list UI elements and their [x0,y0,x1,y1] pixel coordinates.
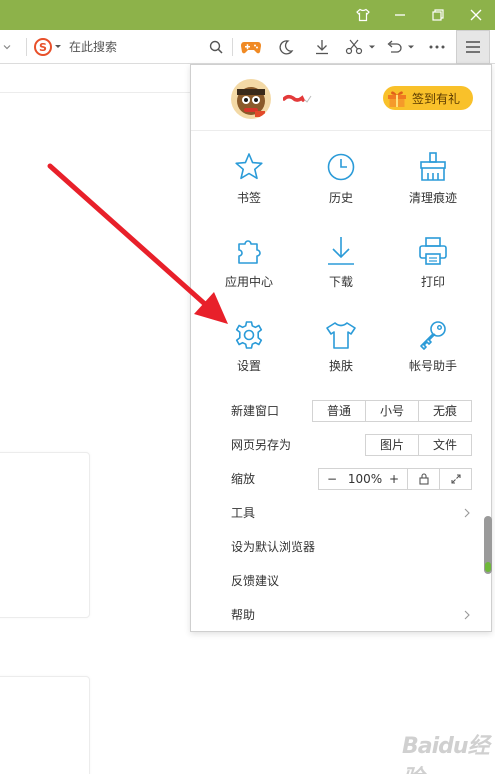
page-divider [0,92,190,93]
page-card [0,452,90,618]
download-icon [328,237,354,265]
title-bar [0,0,495,30]
menu-item-change-skin[interactable]: 换肤 [295,319,387,399]
menu-button[interactable] [456,30,490,64]
new-window-label: 新建窗口 [231,404,280,418]
zoom-label: 缩放 [231,472,256,486]
undo-icon[interactable] [384,30,418,64]
scrollbar-thumb[interactable] [484,516,492,574]
address-dropdown-icon[interactable] [0,30,14,64]
fullscreen-button[interactable] [439,468,472,490]
search-engine-selector[interactable]: S [34,30,62,64]
zoom-control: − 100% + [318,468,408,490]
zoom-lock-button[interactable] [407,468,440,490]
menu-item-download[interactable]: 下载 [295,235,387,315]
save-page-label: 网页另存为 [231,438,292,452]
zoom-in-button[interactable]: + [389,469,399,489]
menu-item-app-center[interactable]: 应用中心 [203,235,295,315]
menu-item-settings[interactable]: 设置 [203,319,295,399]
restore-button[interactable] [419,0,457,30]
download-icon[interactable] [310,30,334,64]
chevron-right-icon [464,508,470,518]
menu-header: 签到有礼 [191,65,491,131]
download-label: 下载 [328,275,353,289]
svg-text:S: S [39,41,47,54]
expand-icon [450,474,461,484]
new-window-normal-button[interactable]: 普通 [312,400,366,422]
night-mode-icon[interactable] [274,30,298,64]
clear-traces-label: 清理痕迹 [408,191,457,205]
gear-icon [235,321,263,349]
print-label: 打印 [420,275,445,289]
menu-item-help[interactable]: 帮助 [231,604,481,626]
account-assistant-label: 帐号助手 [408,359,457,373]
history-label: 历史 [328,191,353,205]
puzzle-icon [238,240,261,264]
save-as-file-button[interactable]: 文件 [418,434,472,456]
menu-item-set-default-browser[interactable]: 设为默认浏览器 [231,536,481,558]
key-icon [420,321,446,350]
new-window-incognito-button[interactable]: 无痕 [418,400,472,422]
game-icon[interactable] [238,30,264,64]
toolbar: S 在此搜索 [0,30,495,64]
star-icon [235,153,263,180]
main-menu-panel: 签到有礼 书签 历史 清理痕迹 应用中心 下载 打印 设置 换肤 帐号助手 新建… [190,64,492,632]
chevron-right-icon [464,610,470,620]
new-window-small-button[interactable]: 小号 [365,400,419,422]
tshirt-icon [326,322,356,349]
hamburger-icon [466,41,480,53]
app-center-label: 应用中心 [224,275,273,289]
zoom-value: 100% [347,472,383,486]
screenshot-icon[interactable] [344,30,378,64]
menu-item-account-assistant[interactable]: 帐号助手 [387,319,479,399]
menu-item-print[interactable]: 打印 [387,235,479,315]
bookmarks-label: 书签 [236,191,261,205]
broom-icon [420,152,446,181]
skin-icon[interactable] [344,0,382,30]
watermark: Baidu经验 [402,734,490,774]
signin-reward-button[interactable]: 签到有礼 [383,86,473,110]
signin-label: 签到有礼 [412,91,461,106]
lock-icon [418,473,429,485]
username-redacted [283,94,312,103]
menu-item-history[interactable]: 历史 [295,151,387,231]
save-as-image-button[interactable]: 图片 [365,434,419,456]
settings-label: 设置 [236,359,261,373]
clock-icon [327,153,355,181]
gift-icon [388,91,406,107]
more-icon[interactable] [424,30,450,64]
menu-item-bookmarks[interactable]: 书签 [203,151,295,231]
search-icon[interactable] [206,30,226,64]
minimize-button[interactable] [381,0,419,30]
page-card [0,676,90,774]
close-button[interactable] [457,0,495,30]
change-skin-label: 换肤 [328,359,353,373]
menu-item-feedback[interactable]: 反馈建议 [231,570,481,592]
menu-item-clear-traces[interactable]: 清理痕迹 [387,151,479,231]
menu-item-tools[interactable]: 工具 [231,502,481,524]
divider [26,38,27,56]
divider [232,38,233,56]
printer-icon [419,237,447,265]
search-input[interactable]: 在此搜索 [69,30,117,64]
zoom-out-button[interactable]: − [327,469,337,489]
avatar[interactable] [231,79,271,119]
